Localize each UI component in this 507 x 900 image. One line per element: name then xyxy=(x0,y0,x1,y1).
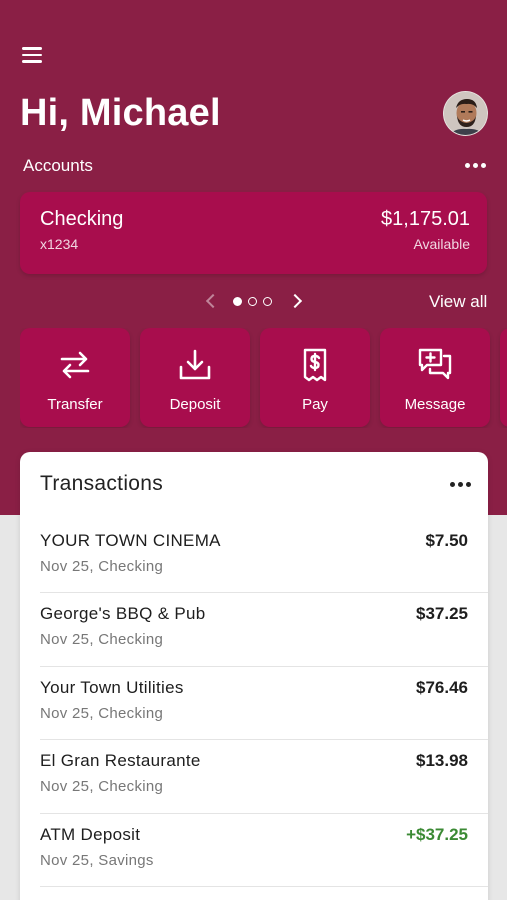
transfer-icon xyxy=(60,351,90,379)
transaction-amount: $7.50 xyxy=(425,531,468,550)
transactions-card: Transactions YOUR TOWN CINEMA Nov 25, Ch… xyxy=(20,452,488,900)
account-name: Checking xyxy=(40,208,124,230)
transaction-name: El Gran Restaurante xyxy=(40,751,201,771)
transaction-row[interactable]: El Gran Restaurante Nov 25, Checking $13… xyxy=(40,740,488,814)
message-label: Message xyxy=(404,396,466,413)
account-number: x1234 xyxy=(40,236,79,252)
pay-button[interactable]: Pay xyxy=(260,328,370,427)
chevron-left-icon[interactable] xyxy=(205,293,221,309)
transaction-row[interactable]: YOUR TOWN CINEMA Nov 25, Checking $7.50 xyxy=(40,520,488,594)
transaction-meta: Nov 25, Savings xyxy=(40,851,154,869)
deposit-label: Deposit xyxy=(169,396,221,413)
more-actions-button[interactable] xyxy=(500,328,507,427)
chevron-right-icon[interactable] xyxy=(287,293,303,309)
header-background: Hi, Michael Accounts Checking x1234 $1,1… xyxy=(0,0,507,515)
menu-icon[interactable] xyxy=(22,44,48,66)
transaction-meta: Nov 25, Checking xyxy=(40,704,164,722)
pay-icon xyxy=(303,348,327,382)
quick-actions: Transfer Deposit Pay Message xyxy=(20,328,507,428)
transaction-meta: Nov 25, Checking xyxy=(40,631,164,649)
pager-dot-3 xyxy=(263,297,272,306)
transactions-list: YOUR TOWN CINEMA Nov 25, Checking $7.50 … xyxy=(20,520,488,887)
accounts-label: Accounts xyxy=(23,156,93,175)
transaction-amount: $13.98 xyxy=(416,751,468,771)
transfer-label: Transfer xyxy=(47,396,103,413)
deposit-button[interactable]: Deposit xyxy=(140,328,250,427)
pager-dot-1 xyxy=(233,297,242,306)
transaction-amount: $76.46 xyxy=(416,677,468,697)
transaction-name: YOUR TOWN CINEMA xyxy=(40,531,221,550)
account-pager xyxy=(200,290,310,314)
transaction-row[interactable]: George's BBQ & Pub Nov 25, Checking $37.… xyxy=(40,593,488,667)
accounts-more-icon[interactable] xyxy=(462,156,488,174)
deposit-icon xyxy=(179,349,211,380)
transaction-amount: +$37.25 xyxy=(406,824,468,844)
transaction-amount: $37.25 xyxy=(416,604,468,624)
account-balance-label: Available xyxy=(413,236,470,252)
message-icon xyxy=(418,348,452,380)
account-card-checking[interactable]: Checking x1234 $1,175.01 Available xyxy=(20,192,487,274)
transaction-name: George's BBQ & Pub xyxy=(40,604,206,624)
pay-label: Pay xyxy=(302,396,328,413)
view-all-link[interactable]: View all xyxy=(429,292,487,312)
avatar[interactable] xyxy=(443,91,488,136)
transaction-row[interactable]: Your Town Utilities Nov 25, Checking $76… xyxy=(40,667,488,741)
message-button[interactable]: Message xyxy=(380,328,490,427)
transaction-row[interactable]: ATM Deposit Nov 25, Savings +$37.25 xyxy=(40,814,488,887)
transfer-button[interactable]: Transfer xyxy=(20,328,130,427)
greeting: Hi, Michael xyxy=(20,92,221,134)
transaction-name: ATM Deposit xyxy=(40,824,141,844)
account-balance: $1,175.01 xyxy=(381,208,470,230)
pager-dot-2 xyxy=(248,297,257,306)
transactions-more-icon[interactable] xyxy=(447,475,473,493)
transactions-title: Transactions xyxy=(40,472,164,495)
transaction-meta: Nov 25, Checking xyxy=(40,778,164,796)
transaction-name: Your Town Utilities xyxy=(40,677,184,697)
transaction-meta: Nov 25, Checking xyxy=(40,558,164,575)
